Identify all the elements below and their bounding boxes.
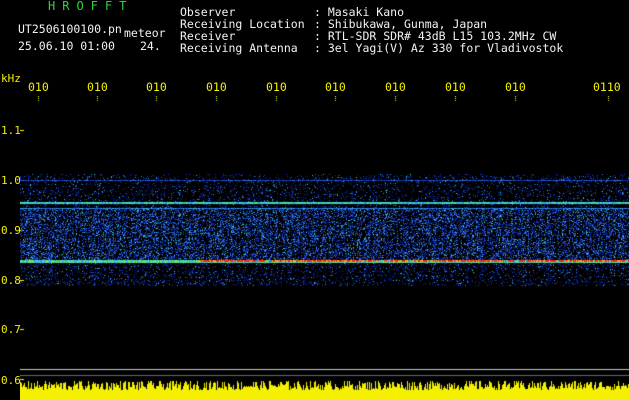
- x-tick-label: 010: [385, 80, 406, 94]
- x-tick-label: 0110: [593, 80, 621, 94]
- axis-unit: kHz: [1, 72, 21, 85]
- mode-label: meteor: [124, 26, 166, 40]
- file-name: UT2506100100.pn: [18, 22, 122, 36]
- y-tick-label: 1.0: [1, 174, 21, 187]
- app-title: HROFFT: [48, 0, 134, 13]
- x-tick-label: 010: [206, 80, 227, 94]
- info-value: : 3el Yagi(V) Az 330 for Vladivostok: [314, 41, 564, 55]
- x-tick-label: 010: [325, 80, 346, 94]
- y-tick-label: 0.6: [1, 374, 21, 387]
- spectrogram: [20, 96, 629, 400]
- x-tick-label: 010: [146, 80, 167, 94]
- y-tick-label: 1.1: [1, 124, 21, 137]
- info-key: Receiving Antenna: [180, 41, 298, 55]
- frame-number: 24.: [140, 39, 161, 53]
- y-tick-label: 0.8: [1, 274, 21, 287]
- x-tick-label: 010: [28, 80, 49, 94]
- x-tick-label: 010: [87, 80, 108, 94]
- y-tick-label: 0.7: [1, 323, 21, 336]
- info-antenna: Receiving Antenna : 3el Yagi(V) Az 330 fo…: [180, 41, 563, 55]
- datetime: 25.06.10 01:00: [18, 39, 115, 53]
- x-tick-label: 010: [505, 80, 526, 94]
- x-tick-label: 010: [445, 80, 466, 94]
- y-tick-label: 0.9: [1, 224, 21, 237]
- x-tick-label: 010: [266, 80, 287, 94]
